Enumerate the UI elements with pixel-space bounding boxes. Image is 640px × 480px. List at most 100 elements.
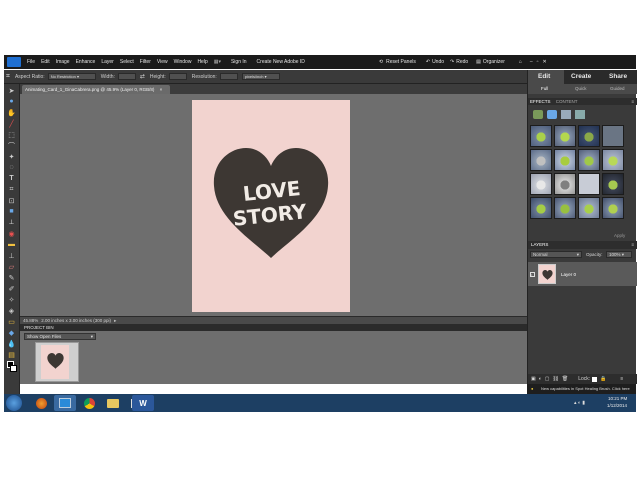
close-icon[interactable]: ✕ xyxy=(542,59,546,65)
redo-icon[interactable]: ↷ xyxy=(450,59,454,65)
menu-view[interactable]: View xyxy=(157,59,168,65)
create-id-link[interactable]: Create New Adobe ID xyxy=(257,59,305,65)
shape-tool-icon[interactable]: ◆ xyxy=(7,328,17,337)
effect-swatch[interactable] xyxy=(602,125,624,147)
clock-time[interactable]: 10:21 PM xyxy=(608,396,627,401)
red-eye-tool-icon[interactable]: ◉ xyxy=(7,229,17,238)
tab-quick[interactable]: Quick xyxy=(575,86,587,91)
paint-bucket-tool-icon[interactable]: ◈ xyxy=(7,306,17,315)
effect-swatch[interactable] xyxy=(530,173,552,195)
magic-wand-tool-icon[interactable]: ✦ xyxy=(7,152,17,161)
clone-stamp-tool-icon[interactable]: ⊥ xyxy=(7,251,17,260)
gradient-tool-icon[interactable]: ▭ xyxy=(7,317,17,326)
layer-mask-icon[interactable]: ▢ xyxy=(545,376,550,382)
document-tab[interactable]: Animating_Card_1_GinaCabrera.png @ 45.9%… xyxy=(22,85,170,94)
zoom-tool-icon[interactable]: ● xyxy=(7,97,17,106)
menu-enhance[interactable]: Enhance xyxy=(76,59,96,65)
tab-content[interactable]: CONTENT xyxy=(556,99,578,104)
layer-styles-category-icon[interactable] xyxy=(547,109,557,119)
chrome-icon[interactable] xyxy=(78,395,100,411)
layer-visibility-icon[interactable]: • xyxy=(530,271,535,277)
minimize-icon[interactable]: – xyxy=(530,59,533,65)
layers-options-icon[interactable]: ≡ xyxy=(620,376,623,382)
arrange-icon[interactable]: ▦▾ xyxy=(214,59,221,65)
reset-panels-icon[interactable]: ⟲ xyxy=(379,59,383,65)
eyedropper-tool-icon[interactable]: ╱ xyxy=(7,119,17,128)
reset-panels-button[interactable]: Reset Panels xyxy=(386,59,416,65)
effect-swatch[interactable] xyxy=(578,173,600,195)
height-field[interactable] xyxy=(168,73,187,80)
filters-category-icon[interactable] xyxy=(533,109,543,119)
tab-full[interactable]: Full xyxy=(541,86,548,91)
effect-swatch[interactable] xyxy=(602,149,624,171)
sign-in-link[interactable]: Sign In xyxy=(231,59,247,65)
units-select[interactable]: pixels/inch ▾ xyxy=(241,73,280,80)
effect-swatch[interactable] xyxy=(578,149,600,171)
adjustment-layer-icon[interactable]: ◐ xyxy=(539,376,542,382)
zoom-level[interactable]: 45.88% xyxy=(23,318,38,323)
tab-close-icon[interactable]: × xyxy=(160,87,163,92)
tab-effects[interactable]: EFFECTS xyxy=(530,99,551,104)
pencil-tool-icon[interactable]: ✎ xyxy=(7,273,17,282)
quick-selection-tool-icon[interactable]: ◌ xyxy=(7,163,17,172)
effect-swatch[interactable] xyxy=(602,197,624,219)
word-icon[interactable]: W xyxy=(132,395,154,411)
menu-edit[interactable]: Edit xyxy=(41,59,50,65)
color-swatches-icon[interactable] xyxy=(6,361,17,375)
hand-tool-icon[interactable]: ✋ xyxy=(7,108,17,117)
panel-menu-icon[interactable]: ≡ xyxy=(631,98,634,105)
menu-window[interactable]: Window xyxy=(174,59,192,65)
recompose-tool-icon[interactable]: ⊡ xyxy=(7,196,17,205)
sponge-tool-icon[interactable]: ▤ xyxy=(7,350,17,359)
clock-date[interactable]: 1/12/2014 xyxy=(607,403,627,408)
redo-button[interactable]: Redo xyxy=(456,59,468,65)
effect-swatch[interactable] xyxy=(530,197,552,219)
lock-transparency-icon[interactable] xyxy=(592,376,598,382)
firefox-icon[interactable] xyxy=(30,395,52,411)
crop-tool-icon[interactable]: ⌗ xyxy=(7,185,17,194)
tray-icons[interactable]: ▴ ◐ ▮ xyxy=(574,400,585,406)
apply-button[interactable]: Apply xyxy=(614,233,625,238)
effect-swatch[interactable] xyxy=(554,197,576,219)
hint-text[interactable]: New capabilities in Spot Healing Brush. … xyxy=(541,386,630,391)
menu-file[interactable]: File xyxy=(27,59,35,65)
straighten-tool-icon[interactable]: ⟂ xyxy=(7,218,17,227)
cookie-cutter-tool-icon[interactable]: ■ xyxy=(7,207,17,216)
link-layers-icon[interactable]: ⛓ xyxy=(553,376,559,382)
effect-swatch[interactable] xyxy=(578,125,600,147)
resolution-field[interactable] xyxy=(219,73,238,80)
eraser-tool-icon[interactable]: ▱ xyxy=(7,262,17,271)
new-layer-icon[interactable]: ▣ xyxy=(531,376,536,382)
maximize-icon[interactable]: ▫ xyxy=(537,59,539,65)
effect-swatch[interactable] xyxy=(554,149,576,171)
delete-layer-icon[interactable]: 🗑 xyxy=(562,376,568,382)
menu-select[interactable]: Select xyxy=(120,59,134,65)
menu-image[interactable]: Image xyxy=(56,59,70,65)
undo-button[interactable]: Undo xyxy=(432,59,444,65)
status-arrow-icon[interactable]: ▸ xyxy=(114,318,116,324)
photo-effects-category-icon[interactable] xyxy=(561,109,571,119)
organizer-button[interactable]: Organizer xyxy=(483,59,505,65)
undo-icon[interactable]: ↶ xyxy=(426,59,430,65)
effect-swatch[interactable] xyxy=(530,125,552,147)
effect-swatch[interactable] xyxy=(554,173,576,195)
styles-category-icon[interactable] xyxy=(575,109,585,119)
type-tool-icon[interactable]: T xyxy=(7,174,17,183)
menu-layer[interactable]: Layer xyxy=(101,59,114,65)
canvas-area[interactable]: LOVE STORY xyxy=(20,94,527,316)
spot-healing-tool-icon[interactable]: ▬ xyxy=(7,240,17,249)
start-button-icon[interactable] xyxy=(6,395,22,411)
layers-menu-icon[interactable]: ≡ xyxy=(631,241,634,249)
opacity-field[interactable]: 100% ▾ xyxy=(606,251,632,258)
tab-share[interactable]: Share xyxy=(609,73,627,80)
menu-help[interactable]: Help xyxy=(197,59,207,65)
hint-bar[interactable]: ● New capabilities in Spot Healing Brush… xyxy=(527,384,636,394)
width-field[interactable] xyxy=(117,73,136,80)
blend-mode-select[interactable]: Normal ▾ xyxy=(530,251,582,258)
effect-swatch[interactable] xyxy=(530,149,552,171)
file-explorer-icon[interactable] xyxy=(102,395,124,411)
smart-brush-tool-icon[interactable]: ✧ xyxy=(7,295,17,304)
project-bin-filter-select[interactable]: Show Open Files ▾ xyxy=(24,333,96,340)
layer-name[interactable]: Layer 0 xyxy=(561,272,576,277)
effect-swatch[interactable] xyxy=(554,125,576,147)
